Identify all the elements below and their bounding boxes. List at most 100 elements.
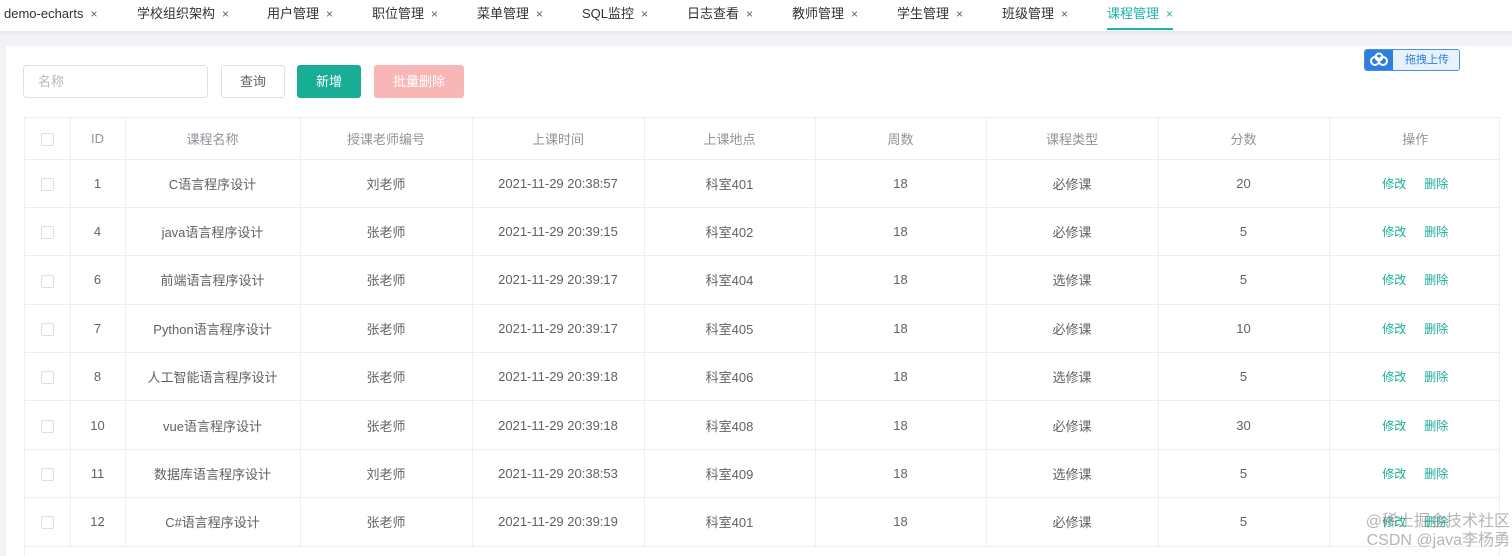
row-checkbox[interactable]	[40, 274, 54, 288]
cell-id: 4	[70, 207, 126, 257]
checkbox-cell	[25, 352, 71, 402]
cell-course-name: vue语言程序设计	[125, 400, 301, 450]
search-input[interactable]	[23, 65, 208, 98]
cell-id: 12	[70, 497, 126, 547]
cell-type: 必修课	[986, 207, 1159, 257]
cell-actions: 修改 删除	[1329, 304, 1499, 354]
tab-sql-monitor[interactable]: SQL监控 ×	[582, 0, 648, 30]
add-button[interactable]: 新增	[297, 65, 361, 98]
cell-type: 选修课	[986, 352, 1159, 402]
tab-course-management[interactable]: 课程管理 ×	[1107, 0, 1174, 30]
tab-label: 学校组织架构	[137, 6, 216, 21]
column-header: 课程类型	[986, 118, 1159, 160]
delete-link[interactable]: 删除	[1424, 417, 1448, 434]
cell-id: 11	[70, 449, 126, 499]
select-all-checkbox[interactable]	[40, 132, 54, 146]
cell-time: 2021-11-29 20:39:18	[472, 400, 645, 450]
edit-link[interactable]: 修改	[1382, 368, 1406, 385]
cell-course-name: Python语言程序设计	[125, 304, 301, 354]
tabs-bar: demo-echarts × 学校组织架构 × 用户管理 × 职位管理 × 菜单管理 × …	[0, 0, 1512, 32]
delete-link[interactable]: 删除	[1424, 465, 1448, 482]
delete-link[interactable]: 删除	[1424, 175, 1448, 192]
checkbox-cell	[25, 449, 71, 499]
row-checkbox[interactable]	[40, 468, 54, 482]
cell-course-name: C语言程序设计	[125, 159, 301, 208]
tab-user-management[interactable]: 用户管理 ×	[267, 0, 333, 30]
tab-menu-management[interactable]: 菜单管理 ×	[477, 0, 543, 30]
edit-link[interactable]: 修改	[1382, 465, 1406, 482]
cell-weeks: 18	[815, 352, 987, 402]
edit-link[interactable]: 修改	[1382, 271, 1406, 288]
cell-type: 必修课	[986, 159, 1159, 208]
cloud-upload-icon	[1365, 50, 1393, 70]
tab-student-management[interactable]: 学生管理 ×	[897, 0, 963, 30]
row-checkbox[interactable]	[40, 419, 54, 433]
close-icon[interactable]: ×	[1166, 0, 1173, 28]
checkbox-cell	[25, 255, 71, 305]
cell-course-name: 人工智能语言程序设计	[125, 352, 301, 402]
tab-position-management[interactable]: 职位管理 ×	[372, 0, 438, 30]
table-header-row: ID 课程名称 授课老师编号 上课时间 上课地点 周数 课程类型 分数 操作	[25, 118, 1499, 160]
close-icon[interactable]: ×	[1061, 0, 1068, 28]
tab-class-management[interactable]: 班级管理 ×	[1002, 0, 1068, 30]
cell-actions: 修改 删除	[1329, 449, 1499, 499]
cell-type: 必修课	[986, 400, 1159, 450]
close-icon[interactable]: ×	[851, 0, 858, 28]
column-header: 上课时间	[472, 118, 645, 160]
cell-type: 选修课	[986, 449, 1159, 499]
drag-upload-button[interactable]: 拖拽上传	[1364, 49, 1460, 71]
delete-link[interactable]: 删除	[1424, 223, 1448, 240]
column-header: 操作	[1329, 118, 1499, 160]
tab-label: 菜单管理	[477, 6, 530, 21]
tab-teacher-management[interactable]: 教师管理 ×	[792, 0, 858, 30]
query-button[interactable]: 查询	[221, 65, 285, 98]
select-all-cell	[25, 118, 71, 160]
cell-id: 1	[70, 159, 126, 208]
table-row: 6 前端语言程序设计 张老师 2021-11-29 20:39:17 科室404…	[25, 255, 1499, 305]
cell-score: 10	[1158, 304, 1330, 354]
row-checkbox[interactable]	[40, 177, 54, 191]
cell-type: 选修课	[986, 255, 1159, 305]
close-icon[interactable]: ×	[641, 0, 648, 28]
cell-place: 科室405	[644, 304, 816, 354]
edit-link[interactable]: 修改	[1382, 417, 1406, 434]
delete-link[interactable]: 删除	[1424, 320, 1448, 337]
row-checkbox[interactable]	[40, 516, 54, 530]
edit-link[interactable]: 修改	[1382, 175, 1406, 192]
close-icon[interactable]: ×	[956, 0, 963, 28]
close-icon[interactable]: ×	[222, 0, 229, 28]
close-icon[interactable]: ×	[90, 0, 97, 28]
cell-weeks: 18	[815, 449, 987, 499]
cell-id: 6	[70, 255, 126, 305]
cell-score: 30	[1158, 400, 1330, 450]
checkbox-cell	[25, 207, 71, 257]
close-icon[interactable]: ×	[431, 0, 438, 28]
cell-time: 2021-11-29 20:38:57	[472, 159, 645, 208]
cell-teacher: 刘老师	[300, 449, 473, 499]
cell-place: 科室409	[644, 449, 816, 499]
table-row: 11 数据库语言程序设计 刘老师 2021-11-29 20:38:53 科室4…	[25, 449, 1499, 499]
close-icon[interactable]: ×	[326, 0, 333, 28]
cell-id: 8	[70, 352, 126, 402]
row-checkbox[interactable]	[40, 322, 54, 336]
cell-teacher: 张老师	[300, 497, 473, 547]
cell-weeks: 18	[815, 497, 987, 547]
cell-time: 2021-11-29 20:39:19	[472, 497, 645, 547]
tab-org-structure[interactable]: 学校组织架构 ×	[137, 0, 229, 30]
column-header: 上课地点	[644, 118, 816, 160]
close-icon[interactable]: ×	[746, 0, 753, 28]
close-icon[interactable]: ×	[536, 0, 543, 28]
delete-link[interactable]: 删除	[1424, 271, 1448, 288]
cell-score: 5	[1158, 449, 1330, 499]
cell-time: 2021-11-29 20:38:53	[472, 449, 645, 499]
row-checkbox[interactable]	[40, 226, 54, 240]
edit-link[interactable]: 修改	[1382, 223, 1406, 240]
cell-actions: 修改 删除	[1329, 352, 1499, 402]
row-checkbox[interactable]	[40, 371, 54, 385]
tab-demo-echarts[interactable]: demo-echarts ×	[4, 0, 98, 30]
batch-delete-button[interactable]: 批量删除	[374, 65, 464, 98]
tab-log-view[interactable]: 日志查看 ×	[687, 0, 753, 30]
delete-link[interactable]: 删除	[1424, 368, 1448, 385]
checkbox-cell	[25, 400, 71, 450]
edit-link[interactable]: 修改	[1382, 320, 1406, 337]
